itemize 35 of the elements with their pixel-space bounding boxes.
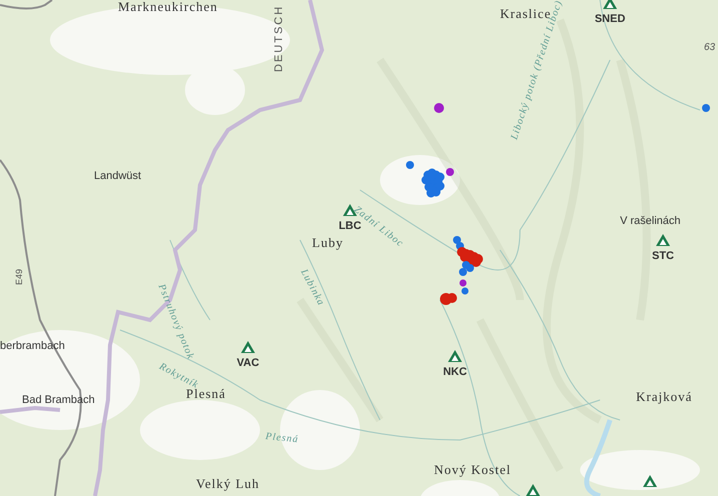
place-label: Luby [312,236,344,249]
event-dot[interactable] [434,103,444,113]
place-label: Landwüst [94,171,142,182]
station-code: SNED [594,14,626,25]
station-code: VAC [236,358,260,369]
place-label: Nový Kostel [434,463,512,476]
place-label: berbrambach [0,341,65,352]
station-triangle-icon [448,350,462,362]
road-label: E49 [15,268,24,285]
station-code: STC [652,251,674,262]
place-label: Krajková [636,390,692,403]
event-dot[interactable] [453,236,461,244]
place-label: Plesná [186,387,226,400]
station-code: NKC [443,367,467,378]
river-label: Plesná [264,432,300,446]
event-dot[interactable] [447,293,457,303]
place-label: Bad Brambach [22,395,95,406]
event-dot[interactable] [446,168,454,176]
event-dot[interactable] [702,104,710,112]
station-triangle-icon [241,341,255,353]
place-label: Markneukirchen [118,0,218,13]
country-label: DEUTSCH [274,4,285,72]
station-triangle-icon [526,484,540,496]
station-triangle-icon [643,475,657,487]
event-dot[interactable] [406,161,414,169]
place-label: V rašelinách [620,216,681,227]
event-dot[interactable] [459,268,467,276]
place-label: Velký Luh [196,477,260,490]
event-dot[interactable] [432,188,440,196]
event-dot[interactable] [466,264,474,272]
station-triangle-icon [603,0,617,9]
station-triangle-icon [656,234,670,246]
elevation-label: 63 [704,43,716,53]
event-dot[interactable] [462,288,468,294]
event-dot[interactable] [460,280,466,286]
